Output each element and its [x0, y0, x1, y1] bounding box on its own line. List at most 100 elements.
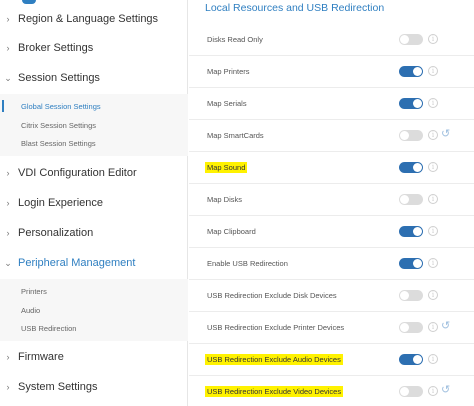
- setting-row: USB Redirection Exclude Video Devices i ↺: [189, 376, 474, 406]
- setting-row: Map Printers i: [189, 56, 474, 88]
- nav-label: System Settings: [18, 381, 98, 393]
- settings-panel: Local Resources and USB Redirection Disk…: [189, 0, 474, 406]
- nav-region-language[interactable]: › Region & Language Settings: [0, 9, 188, 29]
- chevron-right-icon: ›: [6, 198, 10, 208]
- nav-label: Region & Language Settings: [18, 13, 159, 25]
- setting-toggle[interactable]: [399, 290, 423, 301]
- info-icon[interactable]: i: [428, 322, 438, 332]
- toggle-knob: [413, 355, 422, 364]
- toggle-knob: [413, 259, 422, 268]
- setting-toggle[interactable]: [399, 98, 423, 109]
- sub-label: Audio: [21, 305, 41, 315]
- reset-icon[interactable]: ↺: [441, 320, 453, 332]
- setting-toggle[interactable]: [399, 34, 423, 45]
- sub-label: USB Redirection: [21, 323, 77, 333]
- info-icon[interactable]: i: [428, 194, 438, 204]
- nav-broker-settings[interactable]: › Broker Settings: [0, 38, 188, 58]
- sub-audio[interactable]: Audio: [0, 302, 188, 318]
- sub-citrix-session-settings[interactable]: Citrix Session Settings: [0, 117, 188, 133]
- peripheral-submenu: Printers Audio USB Redirection: [0, 279, 188, 341]
- reset-icon[interactable]: ↺: [441, 384, 453, 396]
- setting-label: Map Serials: [207, 99, 247, 108]
- setting-toggle[interactable]: [399, 130, 423, 141]
- setting-row: Map SmartCards i ↺: [189, 120, 474, 152]
- nav-label: Peripheral Management: [18, 257, 136, 269]
- setting-row: USB Redirection Exclude Disk Devices i: [189, 280, 474, 312]
- setting-label: USB Redirection Exclude Video Devices: [205, 386, 344, 397]
- setting-label: Map Sound: [205, 162, 248, 173]
- nav-session-settings[interactable]: ⌄ Session Settings: [0, 68, 188, 88]
- sub-usb-redirection[interactable]: USB Redirection: [0, 320, 188, 336]
- info-icon[interactable]: i: [428, 98, 438, 108]
- info-icon[interactable]: i: [428, 130, 438, 140]
- setting-row: Map Serials i: [189, 88, 474, 120]
- setting-toggle[interactable]: [399, 194, 423, 205]
- setting-label: USB Redirection Exclude Printer Devices: [207, 323, 345, 332]
- reset-icon[interactable]: ↺: [441, 128, 453, 140]
- sub-label: Global Session Settings: [21, 101, 101, 111]
- setting-label: Enable USB Redirection: [207, 259, 288, 268]
- nav-label: Firmware: [18, 351, 64, 363]
- nav-system-settings[interactable]: › System Settings: [0, 377, 188, 397]
- setting-row: Enable USB Redirection i: [189, 248, 474, 280]
- toggle-knob: [413, 67, 422, 76]
- nav-personalization[interactable]: › Personalization: [0, 223, 188, 243]
- nav-firmware[interactable]: › Firmware: [0, 347, 188, 367]
- setting-row: Disks Read Only i: [189, 24, 474, 56]
- sidebar: › Region & Language Settings › Broker Se…: [0, 0, 188, 406]
- nav-vdi-configuration-editor[interactable]: › VDI Configuration Editor: [0, 163, 188, 183]
- setting-label: Disks Read Only: [207, 35, 263, 44]
- nav-label: Session Settings: [18, 72, 100, 84]
- setting-row: Map Clipboard i: [189, 216, 474, 248]
- info-icon[interactable]: i: [428, 66, 438, 76]
- nav-peripheral-management[interactable]: ⌄ Peripheral Management: [0, 253, 188, 273]
- setting-toggle[interactable]: [399, 226, 423, 237]
- info-icon[interactable]: i: [428, 258, 438, 268]
- setting-toggle[interactable]: [399, 162, 423, 173]
- chevron-right-icon: ›: [6, 43, 10, 53]
- chevron-down-icon: ⌄: [4, 72, 12, 83]
- toggle-knob: [413, 227, 422, 236]
- chevron-right-icon: ›: [6, 168, 10, 178]
- nav-label: Broker Settings: [18, 42, 94, 54]
- sub-label: Printers: [21, 286, 47, 296]
- chevron-right-icon: ›: [6, 14, 10, 24]
- session-submenu: Global Session Settings Citrix Session S…: [0, 94, 188, 156]
- setting-row: USB Redirection Exclude Audio Devices i: [189, 344, 474, 376]
- section-title: Local Resources and USB Redirection: [205, 2, 385, 14]
- nav-label: Login Experience: [18, 197, 104, 209]
- toggle-knob: [400, 35, 409, 44]
- nav-label: Personalization: [18, 227, 94, 239]
- nav-login-experience[interactable]: › Login Experience: [0, 193, 188, 213]
- setting-label: Map SmartCards: [207, 131, 264, 140]
- logo-fragment: [22, 0, 36, 4]
- toggle-knob: [413, 99, 422, 108]
- info-icon[interactable]: i: [428, 354, 438, 364]
- setting-toggle[interactable]: [399, 354, 423, 365]
- setting-toggle[interactable]: [399, 258, 423, 269]
- setting-label: USB Redirection Exclude Audio Devices: [205, 354, 343, 365]
- info-icon[interactable]: i: [428, 226, 438, 236]
- sub-printers[interactable]: Printers: [0, 283, 188, 299]
- setting-label: Map Printers: [207, 67, 250, 76]
- active-marker: [2, 100, 4, 112]
- toggle-knob: [400, 195, 409, 204]
- sub-label: Citrix Session Settings: [21, 120, 97, 130]
- setting-label: Map Clipboard: [207, 227, 256, 236]
- info-icon[interactable]: i: [428, 34, 438, 44]
- sub-label: Blast Session Settings: [21, 138, 96, 148]
- setting-label: USB Redirection Exclude Disk Devices: [207, 291, 337, 300]
- chevron-right-icon: ›: [6, 352, 10, 362]
- chevron-down-icon: ⌄: [4, 257, 12, 268]
- info-icon[interactable]: i: [428, 162, 438, 172]
- setting-toggle[interactable]: [399, 66, 423, 77]
- sub-global-session-settings[interactable]: Global Session Settings: [0, 98, 188, 114]
- setting-toggle[interactable]: [399, 386, 423, 397]
- setting-label: Map Disks: [207, 195, 243, 204]
- info-icon[interactable]: i: [428, 386, 438, 396]
- toggle-knob: [400, 387, 409, 396]
- setting-toggle[interactable]: [399, 322, 423, 333]
- sub-blast-session-settings[interactable]: Blast Session Settings: [0, 135, 188, 151]
- info-icon[interactable]: i: [428, 290, 438, 300]
- setting-row: Map Sound i: [189, 152, 474, 184]
